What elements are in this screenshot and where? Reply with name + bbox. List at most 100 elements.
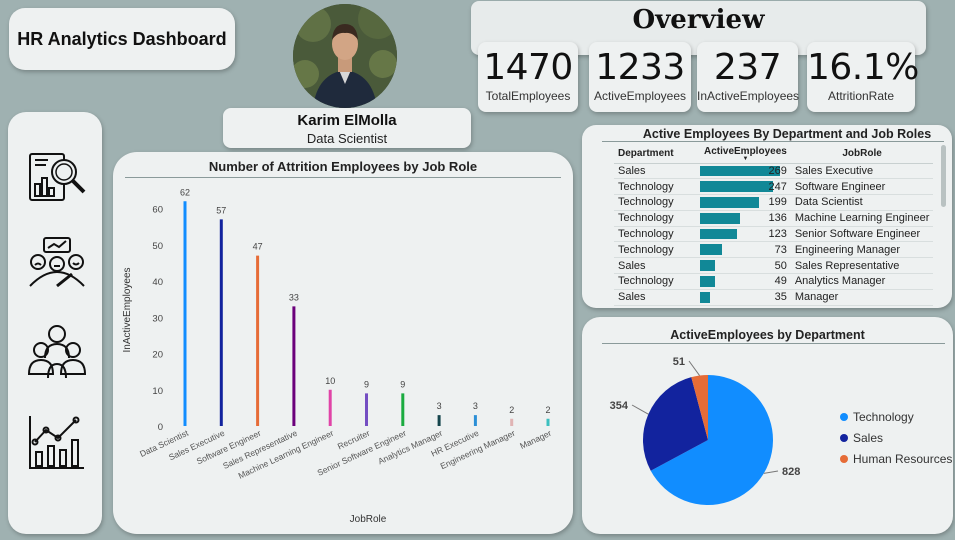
kpi-label: AttritionRate [827,89,895,103]
y-tick-label: 10 [152,386,163,397]
kpi-value: 16.1% [807,47,919,88]
legend-dot-icon [840,433,848,442]
data-label: 3 [473,401,478,411]
cell-active-employees: 49 [700,273,791,290]
table-title-divider [602,141,944,142]
kpi-label: TotalEmployees [485,89,571,103]
cell-job-role: Sales Executive [790,163,934,180]
data-label: 9 [400,379,405,389]
x-axis-label: JobRole [350,514,387,525]
column-header-job-role[interactable]: JobRole [790,145,934,164]
kpi-attrition-rate: 16.1% AttritionRate [807,42,919,112]
cell-value: 269 [768,164,787,177]
cell-department: Technology [614,241,700,259]
bar [401,393,405,426]
cell-active-employees: 123 [700,226,791,243]
table-row[interactable]: Technology 136 Machine Learning Engineer [614,210,934,227]
table-row[interactable]: Technology 247 Software Engineer [614,178,934,196]
sidebar [8,112,102,534]
x-tick-label: Manager [518,428,553,451]
employee-mood-icon[interactable] [26,234,88,296]
data-label: 354 [610,400,629,412]
cell-active-employees: 73 [700,241,791,259]
legend-item[interactable]: Human Resources [840,448,952,469]
data-label: 3 [437,401,442,411]
data-label: 828 [782,466,800,478]
team-icon[interactable] [26,320,88,382]
cell-value: 199 [768,196,787,209]
table-row[interactable]: Technology 123 Senior Software Engineer [614,226,934,243]
attrition-by-role-chart: Number of Attrition Employees by Job Rol… [113,152,573,534]
growth-chart-icon[interactable] [26,412,88,474]
table-row[interactable]: Technology 199 Data Scientist [614,194,934,211]
data-bar [700,181,774,193]
table-row[interactable]: Sales 269 Sales Executive [614,163,934,180]
data-label: 10 [325,376,335,386]
column-header-active-employees[interactable]: ActiveEmployees ▼ [700,145,791,164]
legend-label: Technology [853,409,914,424]
data-label: 51 [673,356,685,368]
column-header-department[interactable]: Department [614,145,700,164]
data-label: 47 [253,242,263,252]
data-label: 9 [364,379,369,389]
cell-active-employees: 247 [700,178,791,196]
legend-dot-icon [840,412,848,421]
data-label: 2 [545,405,550,415]
data-bar [700,228,737,240]
leader-line [688,360,700,376]
cell-active-employees: 50 [700,257,791,275]
table-row[interactable]: Sales 35 Manager [614,289,934,306]
kpi-value: 1233 [595,47,685,88]
table-scrollbar[interactable] [941,145,946,207]
cell-active-employees: 269 [700,163,791,180]
kpi-label: InActiveEmployees [697,89,800,103]
table-row[interactable]: Technology 49 Analytics Manager [614,273,934,290]
bar [546,418,550,426]
leader-line [763,470,779,474]
analytics-search-icon[interactable] [26,148,88,210]
data-bar [700,291,711,303]
cell-department: Technology [614,226,700,243]
cell-job-role: Senior Software Engineer [790,226,934,243]
cell-job-role: Analytics Manager [790,273,934,290]
overview-title: Overview [632,5,765,35]
table-title: Active Employees By Department and Job R… [642,127,932,141]
legend-item[interactable]: Technology [840,406,952,427]
bar-chart-svg: 0102030405060InActiveEmployeesJobRole62D… [122,187,553,525]
legend-label: Human Resources [853,451,953,466]
legend-item[interactable]: Sales [840,427,952,448]
cell-value: 73 [774,243,787,256]
bar [292,306,296,426]
cell-job-role: Sales Representative [790,257,934,275]
cell-active-employees: 136 [700,210,791,227]
cell-department: Technology [614,178,700,196]
active-employees-table: Department ActiveEmployees ▼ JobRole Sale… [614,145,934,306]
cell-job-role: Software Engineer [790,178,934,196]
legend-label: Sales [853,430,884,445]
bar [256,255,260,426]
cell-job-role: Engineering Manager [790,241,934,259]
bar [219,219,223,426]
data-label: 33 [289,292,299,302]
cell-department: Sales [614,163,700,180]
cell-department: Sales [614,289,700,306]
legend-dot-icon [840,454,848,463]
y-tick-label: 50 [152,241,163,252]
y-tick-label: 0 [158,422,163,433]
kpi-total-employees: 1470 TotalEmployees [478,42,578,112]
table-row[interactable]: Technology 73 Engineering Manager [614,241,934,259]
data-label: 62 [180,187,190,197]
active-by-dept-pie-card: ActiveEmployees by Department 828 354 51 T… [582,317,953,534]
cell-active-employees: 35 [700,289,791,306]
data-bar [700,244,722,256]
kpi-label: ActiveEmployees [593,89,687,103]
profile-role: Data Scientist [306,131,388,146]
pie-chart-svg: 828 354 51 [610,356,800,505]
bar [328,389,332,426]
cell-value: 49 [774,275,787,288]
cell-value: 247 [768,180,787,193]
y-axis-label: InActiveEmployees [122,267,133,352]
kpi-inactive-employees: 237 InActiveEmployees [697,42,800,112]
table-row[interactable]: Sales 50 Sales Representative [614,257,934,275]
cell-department: Technology [614,273,700,290]
